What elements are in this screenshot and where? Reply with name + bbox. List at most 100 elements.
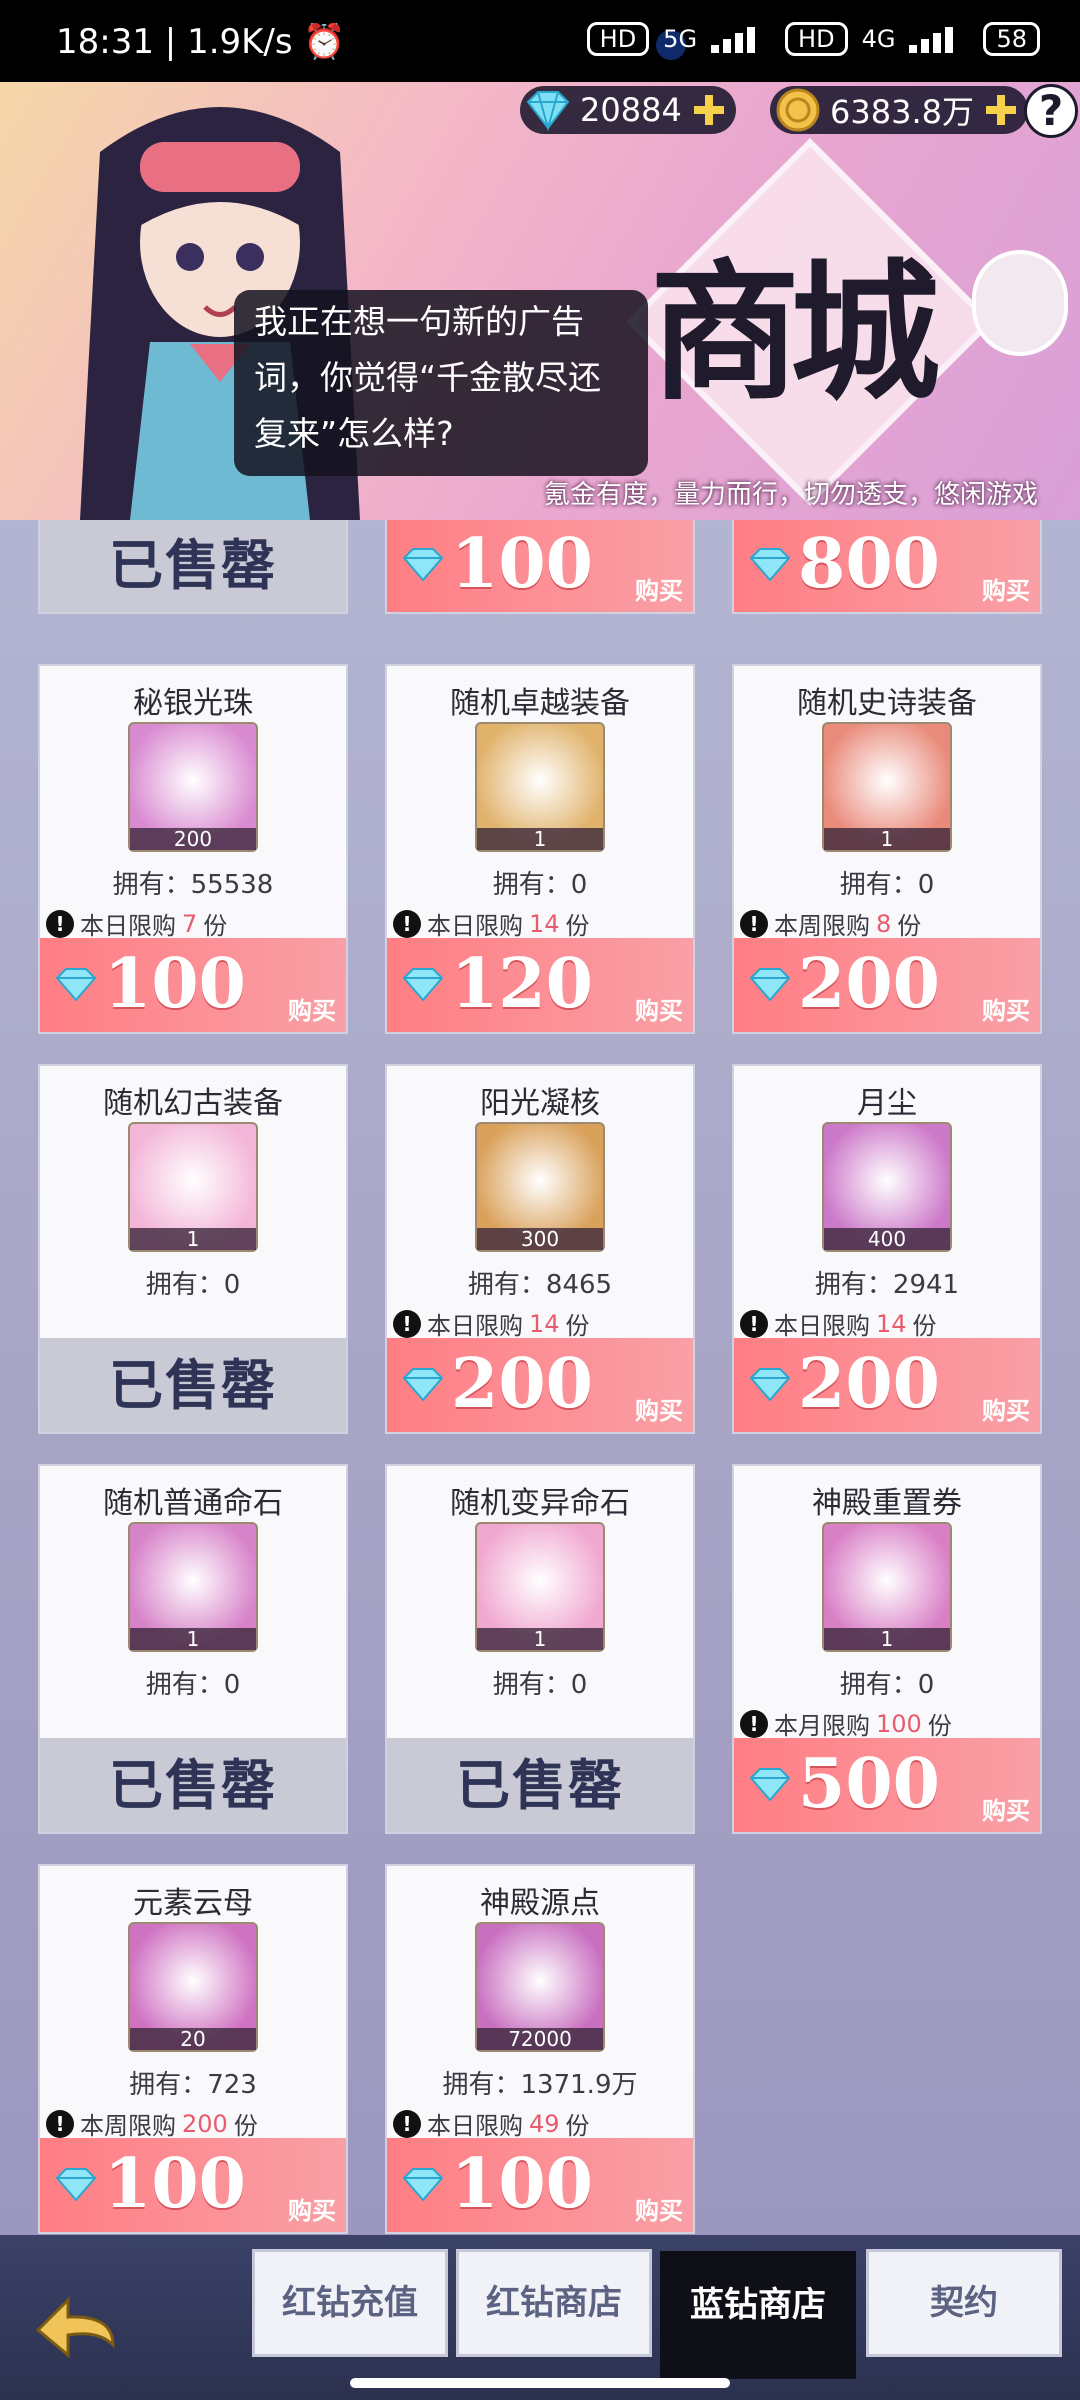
- help-button[interactable]: ?: [1024, 84, 1078, 138]
- sold-out-label: 已售罄: [40, 1338, 346, 1432]
- buy-button[interactable]: 800 购买: [734, 520, 1040, 612]
- status-bar: 18:31 | 1.9K/s ⏰ HD 5G HD 4G 58: [0, 0, 1080, 82]
- item-quantity: 400: [824, 1228, 950, 1250]
- buy-button[interactable]: 500 购买: [734, 1738, 1040, 1832]
- buy-label: 购买: [635, 997, 683, 1025]
- shop-item-card[interactable]: 随机普通命石 1 拥有：0 已售罄: [38, 1464, 348, 1834]
- silver-orb-icon: 200: [128, 722, 258, 852]
- epic-chest-icon: 1: [822, 722, 952, 852]
- price-label: 120: [451, 944, 593, 1024]
- battery-icon: 58: [983, 22, 1040, 56]
- temple-ticket-icon: 1: [822, 1522, 952, 1652]
- item-name: 随机卓越装备: [450, 686, 630, 721]
- tab-blue-diamond-shop[interactable]: 蓝钻商店: [660, 2251, 856, 2379]
- warning-icon: !: [46, 909, 74, 938]
- price-label: 100: [451, 524, 593, 604]
- warning-icon: !: [393, 909, 421, 938]
- buy-button[interactable]: 100 购买: [387, 2138, 693, 2232]
- item-name: 神殿重置券: [812, 1486, 962, 1521]
- item-quantity: 72000: [477, 2028, 603, 2050]
- shop-item-card[interactable]: 随机史诗装备 1 拥有：0 ! 本周限购 8 份 200 购买: [732, 664, 1042, 1034]
- item-quantity: 1: [824, 828, 950, 850]
- tab-red-diamond-recharge[interactable]: 红钻充值: [252, 2249, 448, 2357]
- shop-item-card-partial: 已售罄: [38, 520, 348, 614]
- item-quantity: 1: [824, 1628, 950, 1650]
- add-coin-button[interactable]: [985, 95, 1016, 125]
- tab-contract[interactable]: 契约: [866, 2249, 1062, 2357]
- price-label: 200: [798, 1344, 940, 1424]
- buy-button[interactable]: 100 购买: [387, 520, 693, 612]
- status-time: 18:31 | 1.9K/s ⏰: [56, 22, 346, 62]
- diamond-count: 20884: [580, 91, 682, 129]
- owned-count: 拥有：723: [129, 2070, 257, 2100]
- buy-button[interactable]: 100 购买: [40, 938, 346, 1032]
- shop-item-card[interactable]: 神殿源点 72000 拥有：1371.9万 ! 本日限购 49 份 100 购买: [385, 1864, 695, 2234]
- buy-button[interactable]: 120 购买: [387, 938, 693, 1032]
- item-name: 阳光凝核: [480, 1086, 600, 1121]
- owned-count: 拥有：0: [145, 1670, 241, 1700]
- price-label: 500: [798, 1744, 940, 1824]
- buy-button[interactable]: 200 购买: [734, 1338, 1040, 1432]
- diamond-icon: [526, 91, 570, 132]
- buy-label: 购买: [982, 1397, 1030, 1425]
- buy-label: 购买: [635, 1397, 683, 1425]
- purchase-limit: ! 本日限购 7 份: [46, 906, 227, 941]
- speech-bubble: 我正在想一句新的广告词，你觉得“千金散尽还复来”怎么样?: [234, 290, 648, 476]
- diamond-icon: [749, 1768, 791, 1802]
- treasure-chest-icon: 1: [475, 722, 605, 852]
- shop-item-card[interactable]: 月尘 400 拥有：2941 ! 本日限购 14 份 200 购买: [732, 1064, 1042, 1434]
- coin-icon: [776, 88, 820, 132]
- moon-dust-icon: 400: [822, 1122, 952, 1252]
- shop-item-card-partial: 800 购买: [732, 520, 1042, 614]
- purchase-limit: ! 本周限购 8 份: [740, 906, 921, 941]
- element-mica-icon: 20: [128, 1922, 258, 2052]
- shop-item-card[interactable]: 随机变异命石 1 拥有：0 已售罄: [385, 1464, 695, 1834]
- buy-label: 购买: [982, 577, 1030, 605]
- diamond-icon: [55, 968, 97, 1002]
- coin-count: 6383.8万: [830, 93, 974, 131]
- shop-item-card[interactable]: 随机幻古装备 1 拥有：0 已售罄: [38, 1064, 348, 1434]
- item-name: 随机史诗装备: [797, 686, 977, 721]
- shop-item-grid: 已售罄 100 购买 800 购买 秘银光珠 200 拥有：55538! 本日限购 7 份 100 购买…: [0, 520, 1080, 2235]
- diamond-icon: [749, 968, 791, 1002]
- buy-button[interactable]: 100 购买: [40, 2138, 346, 2232]
- status-icons: HD 5G HD 4G 58: [586, 22, 1040, 56]
- buy-label: 购买: [288, 997, 336, 1025]
- price-label: 200: [798, 944, 940, 1024]
- shop-item-card-partial: 100 购买: [385, 520, 695, 614]
- hd-icon: HD: [586, 22, 650, 56]
- shop-item-card[interactable]: 元素云母 20 拥有：723 ! 本周限购 200 份 100 购买: [38, 1864, 348, 2234]
- item-name: 随机变异命石: [450, 1486, 630, 1521]
- owned-count: 拥有：0: [145, 1270, 241, 1300]
- buy-button[interactable]: 200 购买: [387, 1338, 693, 1432]
- home-indicator[interactable]: [350, 2378, 730, 2388]
- price-label: 100: [104, 2144, 246, 2224]
- purchase-limit: ! 本日限购 14 份: [740, 1306, 937, 1341]
- price-label: 100: [104, 944, 246, 1024]
- diamond-icon: [402, 1368, 444, 1402]
- bottom-nav: 红钻充值 红钻商店 蓝钻商店 契约: [0, 2235, 1080, 2400]
- back-arrow-icon[interactable]: [28, 2285, 128, 2365]
- shop-item-card[interactable]: 阳光凝核 300 拥有：8465 ! 本日限购 14 份 200 购买: [385, 1064, 695, 1434]
- buy-label: 购买: [288, 2197, 336, 2225]
- add-diamond-button[interactable]: [693, 95, 724, 125]
- page-title: 商城: [650, 245, 940, 421]
- diamond-icon: [55, 2168, 97, 2202]
- tab-red-diamond-shop[interactable]: 红钻商店: [456, 2249, 652, 2357]
- shop-item-card[interactable]: 随机卓越装备 1 拥有：0 ! 本日限购 14 份 120 购买: [385, 664, 695, 1034]
- shop-item-card[interactable]: 秘银光珠 200 拥有：55538 ! 本日限购 7 份 100 购买: [38, 664, 348, 1034]
- owned-count: 拥有：55538: [112, 870, 274, 900]
- purchase-limit: ! 本日限购 14 份: [393, 906, 590, 941]
- buy-button[interactable]: 200 购买: [734, 938, 1040, 1032]
- buy-label: 购买: [982, 997, 1030, 1025]
- purchase-limit: ! 本日限购 49 份: [393, 2106, 590, 2141]
- purchase-limit: ! 本月限购 100 份: [740, 1706, 952, 1741]
- warning-icon: !: [740, 1309, 768, 1338]
- shop-item-card[interactable]: 神殿重置券 1 拥有：0 ! 本月限购 100 份 500 购买: [732, 1464, 1042, 1834]
- warning-icon: !: [740, 909, 768, 938]
- item-quantity: 1: [130, 1628, 256, 1650]
- item-name: 秘银光珠: [133, 686, 253, 721]
- diamond-balance: 20884: [520, 86, 736, 134]
- avatar-badge[interactable]: [972, 250, 1068, 356]
- price-label: 800: [798, 524, 940, 604]
